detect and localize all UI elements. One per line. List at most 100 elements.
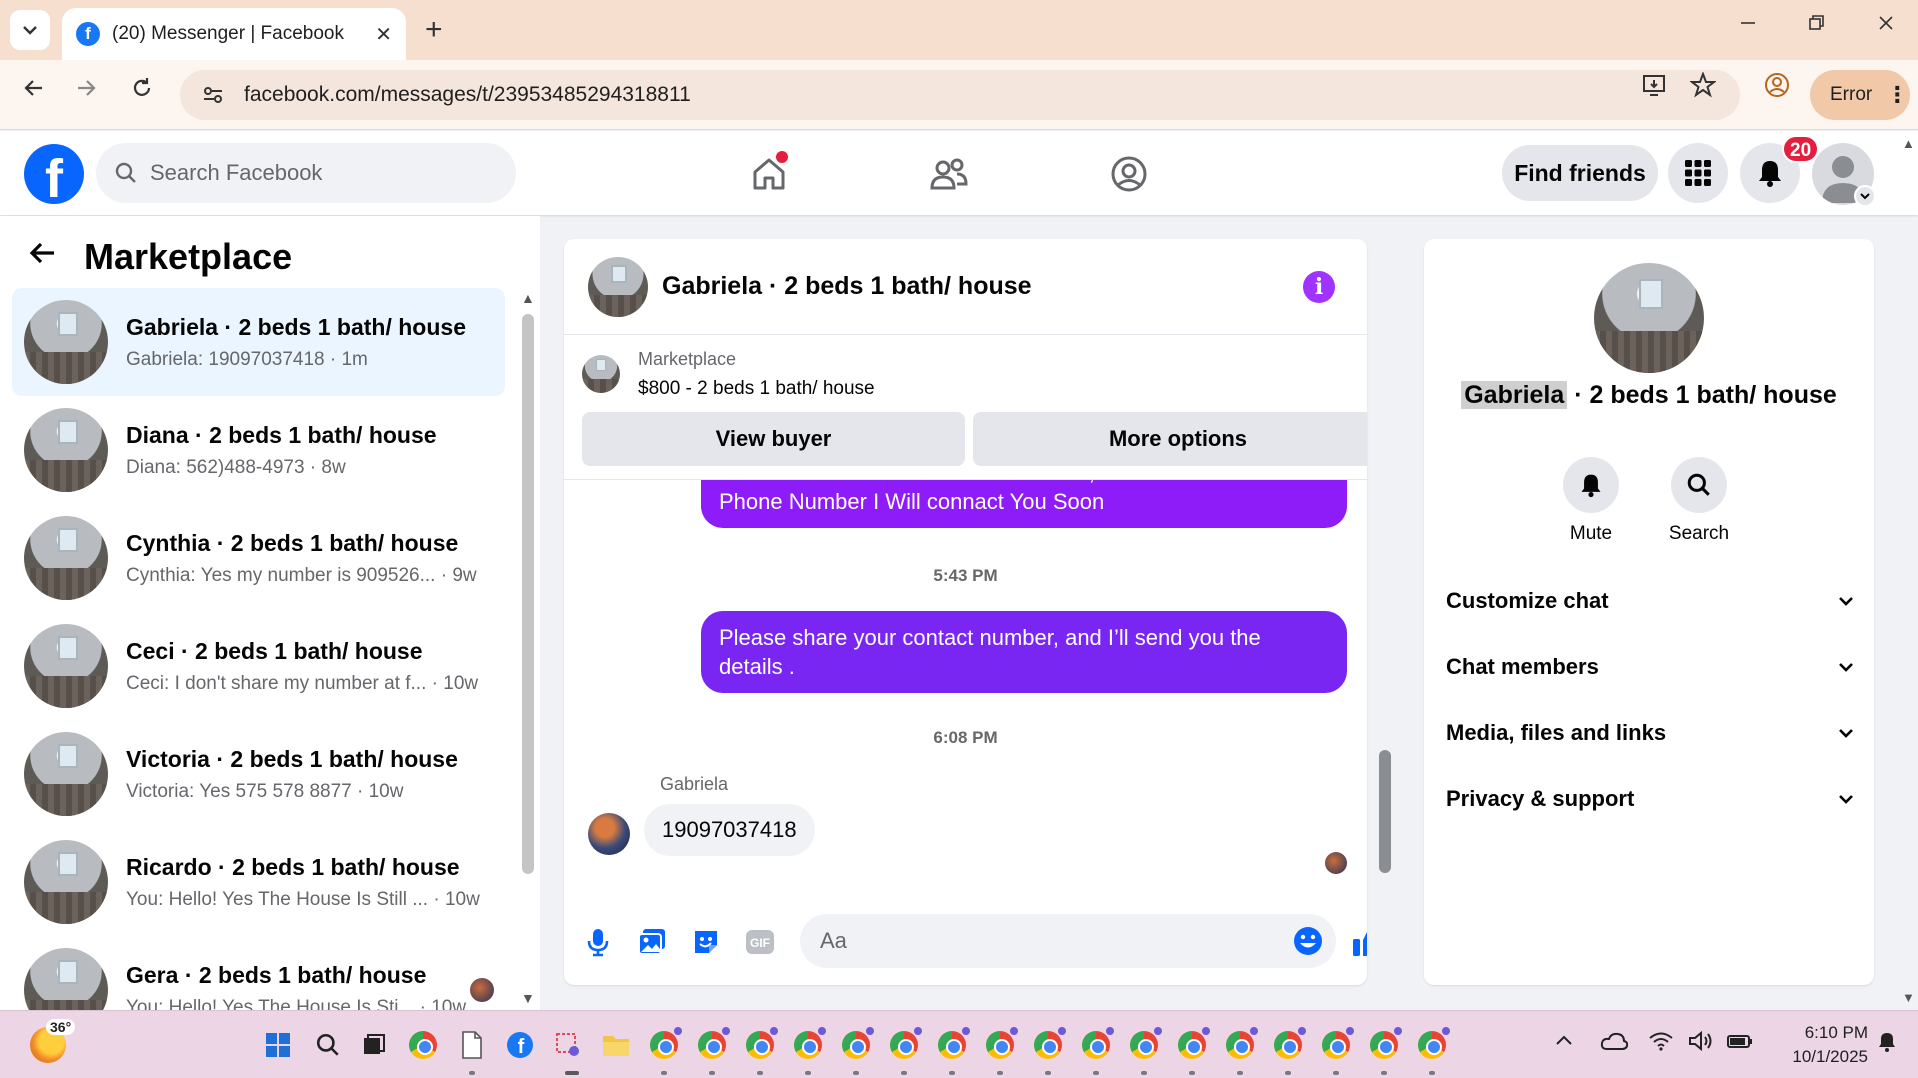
back-arrow-icon[interactable] — [28, 237, 58, 277]
chrome-icon[interactable] — [407, 1029, 439, 1061]
listing-summary[interactable]: Marketplace $800 - 2 beds 1 bath/ house — [582, 349, 875, 400]
chrome-icon[interactable] — [744, 1027, 778, 1061]
find-friends-button[interactable]: Find friends — [1502, 145, 1658, 201]
outgoing-message[interactable]: Please share your contact number, and I’… — [701, 611, 1347, 693]
accordion-privacy-support[interactable]: Privacy & support — [1446, 772, 1856, 826]
url-text[interactable]: facebook.com/messages/t/2395348529431881… — [244, 83, 1740, 107]
snipping-tool-icon[interactable] — [552, 1029, 584, 1061]
accordion-media-files-links[interactable]: Media, files and links — [1446, 706, 1856, 760]
page-scroll-down-icon[interactable]: ▼ — [1902, 990, 1915, 1005]
photo-icon[interactable] — [634, 924, 670, 960]
battery-icon[interactable] — [1726, 1031, 1754, 1057]
forward-icon[interactable] — [68, 76, 104, 107]
chrome-icon[interactable] — [1416, 1027, 1450, 1061]
chrome-icon[interactable] — [696, 1027, 730, 1061]
chrome-icon[interactable] — [1320, 1027, 1354, 1061]
facebook-search[interactable] — [96, 143, 516, 203]
conversation-item[interactable]: Ricardo · 2 beds 1 bath/ house You: Hell… — [12, 828, 505, 936]
conversation-item[interactable]: Ceci · 2 beds 1 bath/ house Ceci: I don'… — [12, 612, 505, 720]
new-tab-button[interactable]: + — [425, 12, 443, 48]
chrome-icon[interactable] — [1128, 1027, 1162, 1061]
install-app-icon[interactable] — [1642, 72, 1668, 104]
notification-center-icon[interactable] — [1876, 1031, 1898, 1059]
outgoing-message[interactable]: Hello! Yes The House Is Still Available,… — [701, 480, 1347, 528]
minimize-icon[interactable] — [1728, 12, 1768, 38]
onedrive-cloud-icon[interactable] — [1600, 1031, 1629, 1057]
info-listing-photo[interactable] — [1594, 263, 1704, 373]
volume-icon[interactable] — [1688, 1030, 1714, 1057]
accordion-customize-chat[interactable]: Customize chat — [1446, 574, 1856, 628]
thumbs-up-icon[interactable] — [1348, 922, 1367, 962]
conversation-item[interactable]: Gera · 2 beds 1 bath/ house You: Hello! … — [12, 936, 505, 1010]
message-input[interactable] — [820, 928, 1292, 954]
chrome-icon[interactable] — [1368, 1027, 1402, 1061]
search-action[interactable]: Search — [1654, 457, 1744, 545]
mute-action[interactable]: Mute — [1546, 457, 1636, 545]
conversation-item[interactable]: Gabriela · 2 beds 1 bath/ house Gabriela… — [12, 288, 505, 396]
close-window-icon[interactable] — [1866, 12, 1906, 38]
chrome-icon[interactable] — [936, 1027, 970, 1061]
site-settings-icon[interactable] — [200, 82, 226, 108]
nav-home[interactable] — [744, 149, 794, 199]
conversation-preview: Victoria: Yes 575 578 8877 · 10w — [126, 780, 404, 802]
account-caret[interactable] — [1854, 185, 1876, 207]
chrome-icon[interactable] — [984, 1027, 1018, 1061]
conversation-item[interactable]: Victoria · 2 beds 1 bath/ house Victoria… — [12, 720, 505, 828]
nav-profile-groups[interactable] — [1104, 149, 1154, 199]
chrome-icon[interactable] — [648, 1027, 682, 1061]
chat-title[interactable]: Gabriela · 2 beds 1 bath/ house — [662, 272, 1032, 301]
sidebar-scrollbar-thumb[interactable] — [522, 314, 534, 874]
chrome-icon[interactable] — [1176, 1027, 1210, 1061]
more-options-button[interactable]: More options — [973, 412, 1367, 466]
chrome-icon[interactable] — [1224, 1027, 1258, 1061]
page-scroll-up-icon[interactable]: ▲ — [1902, 136, 1915, 151]
chrome-icon[interactable] — [1272, 1027, 1306, 1061]
sticker-icon[interactable] — [688, 924, 724, 960]
nav-friends[interactable] — [924, 149, 974, 199]
reload-icon[interactable] — [124, 76, 160, 107]
windows-start-icon[interactable] — [262, 1029, 294, 1061]
address-bar[interactable]: facebook.com/messages/t/2395348529431881… — [180, 70, 1740, 120]
emoji-icon[interactable] — [1292, 925, 1324, 957]
sender-avatar[interactable] — [588, 813, 630, 855]
facebook-search-input[interactable] — [150, 160, 480, 186]
bookmark-star-icon[interactable] — [1689, 71, 1717, 104]
task-view-icon[interactable] — [358, 1029, 390, 1061]
taskbar-search-icon[interactable] — [312, 1029, 344, 1061]
facebook-logo-icon[interactable]: f — [24, 144, 84, 204]
chat-listing-thumbnail[interactable] — [588, 256, 648, 317]
accordion-label: Chat members — [1446, 654, 1599, 679]
profile-account-icon[interactable] — [1764, 72, 1790, 104]
back-icon[interactable] — [16, 76, 52, 107]
profile-error-button[interactable]: Error ⋮ — [1810, 70, 1910, 120]
scroll-up-arrow-icon[interactable]: ▲ — [521, 290, 535, 306]
browser-menu-icon[interactable]: ⋮ — [1886, 82, 1908, 108]
wifi-icon[interactable] — [1648, 1031, 1674, 1057]
facebook-app-icon[interactable]: f — [504, 1029, 536, 1061]
accordion-chat-members[interactable]: Chat members — [1446, 640, 1856, 694]
tab-close-icon[interactable]: ✕ — [375, 22, 392, 47]
document-icon[interactable] — [456, 1029, 488, 1061]
restore-icon[interactable] — [1796, 12, 1836, 38]
message-composer[interactable] — [800, 914, 1336, 968]
tab-messenger[interactable]: f (20) Messenger | Facebook ✕ — [62, 8, 406, 60]
taskbar-clock[interactable]: 6:10 PM 10/1/2025 — [1768, 1021, 1868, 1069]
gif-icon[interactable]: GIF — [742, 924, 778, 960]
chat-scrollbar-thumb[interactable] — [1379, 750, 1391, 873]
conversation-item[interactable]: Diana · 2 beds 1 bath/ house Diana: 562)… — [12, 396, 505, 504]
chrome-icon[interactable] — [1032, 1027, 1066, 1061]
incoming-message[interactable]: 19097037418 — [644, 804, 815, 856]
chrome-icon[interactable] — [792, 1027, 826, 1061]
tab-list-button[interactable] — [10, 10, 50, 50]
chrome-icon[interactable] — [888, 1027, 922, 1061]
info-icon[interactable]: i — [1303, 271, 1335, 303]
scroll-down-arrow-icon[interactable]: ▼ — [521, 990, 535, 1006]
chrome-icon[interactable] — [1080, 1027, 1114, 1061]
chrome-icon[interactable] — [840, 1027, 874, 1061]
file-explorer-icon[interactable] — [600, 1029, 632, 1061]
tray-overflow-chevron-icon[interactable] — [1554, 1031, 1574, 1057]
view-buyer-button[interactable]: View buyer — [582, 412, 965, 466]
menu-button[interactable] — [1668, 143, 1728, 203]
microphone-icon[interactable] — [580, 924, 616, 960]
conversation-item[interactable]: Cynthia · 2 beds 1 bath/ house Cynthia: … — [12, 504, 505, 612]
